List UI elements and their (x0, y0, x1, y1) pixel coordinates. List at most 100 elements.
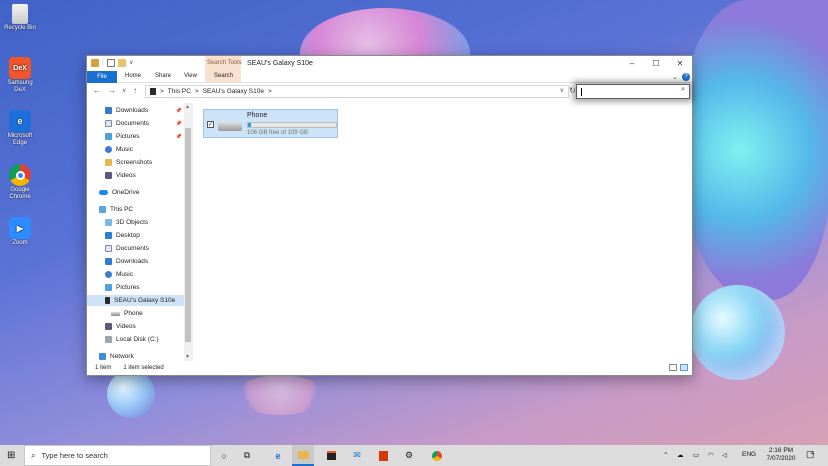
phone-storage-icon (218, 122, 242, 131)
battery-icon[interactable]: ▭ (693, 451, 699, 459)
edge-icon[interactable]: e (267, 445, 289, 466)
settings-icon[interactable]: ⚙ (398, 445, 420, 466)
breadcrumb-separator: > (160, 88, 164, 95)
scroll-down-icon[interactable]: ▼ (185, 354, 190, 360)
sidebar-item-3d-objects[interactable]: 3D Objects (87, 217, 184, 228)
wifi-icon[interactable]: ◠ (708, 451, 714, 459)
sidebar-item-downloads[interactable]: Downloads 📌 (87, 105, 184, 116)
notification-icon[interactable]: ▢ 4 (806, 449, 815, 460)
scrollbar-thumb[interactable] (185, 128, 191, 342)
close-button[interactable]: ✕ (668, 56, 692, 71)
sidebar-item-music-pc[interactable]: Music (87, 269, 184, 280)
file-explorer-icon[interactable] (292, 445, 314, 466)
sidebar-item-phone[interactable]: Phone (87, 308, 184, 319)
recent-locations-button[interactable]: ∨ (122, 87, 126, 94)
breadcrumb-device[interactable]: SEAU's Galaxy S10e (203, 88, 264, 95)
videos-icon (105, 172, 112, 179)
sidebar-item-pictures-pc[interactable]: Pictures (87, 282, 184, 293)
sidebar-item-music[interactable]: Music (87, 144, 184, 155)
desktop-icon-edge[interactable]: e Microsoft Edge (3, 110, 37, 147)
music-icon (105, 271, 112, 278)
sidebar-item-videos[interactable]: Videos (87, 170, 184, 181)
store-icon[interactable] (320, 445, 342, 466)
address-bar[interactable]: > This PC > SEAU's Galaxy S10e > ∨ (145, 85, 569, 98)
task-view-icon[interactable]: ⧉ (236, 445, 258, 466)
sidebar-item-local-disk[interactable]: Local Disk (C:) (87, 334, 184, 345)
back-button[interactable]: ← (93, 86, 101, 95)
pin-icon: 📌 (175, 133, 182, 140)
desktop-icon-label: Samsung DeX (7, 80, 33, 93)
breadcrumb-this-pc[interactable]: This PC (168, 88, 191, 95)
tiles-view-icon[interactable] (680, 364, 688, 371)
show-hidden-icons-icon[interactable]: ⌃ (663, 451, 668, 459)
search-box[interactable]: ⌕ (576, 84, 690, 99)
language-indicator[interactable]: ENG (742, 451, 756, 458)
3d-objects-icon (105, 219, 112, 226)
tab-share[interactable]: Share (155, 73, 171, 79)
details-view-icon[interactable] (669, 364, 677, 371)
clock[interactable]: 2:16 PM 7/07/2020 (760, 447, 802, 463)
maximize-button[interactable]: ☐ (644, 56, 668, 71)
desktop-icon-samsung-dex[interactable]: DeX Samsung DeX (3, 57, 37, 94)
sidebar-item-desktop[interactable]: Desktop (87, 230, 184, 241)
forward-button[interactable]: → (108, 86, 116, 95)
sidebar-item-documents-pc[interactable]: Documents (87, 243, 184, 254)
item-checkbox[interactable]: ✓ (207, 121, 214, 128)
new-folder-icon[interactable] (118, 59, 126, 67)
drive-tile-phone[interactable]: ✓ Phone 106 GB free of 109 GB (203, 109, 338, 138)
folder-icon[interactable] (91, 59, 99, 67)
window-title: SEAU's Galaxy S10e (247, 60, 313, 67)
network-icon (99, 353, 106, 360)
sidebar-item-downloads-pc[interactable]: Downloads (87, 256, 184, 267)
sidebar-item-documents[interactable]: Documents 📌 (87, 118, 184, 129)
sidebar-item-screenshots[interactable]: Screenshots (87, 157, 184, 168)
scroll-up-icon[interactable]: ▲ (185, 104, 190, 110)
mail-icon[interactable]: ✉ (346, 445, 368, 466)
clock-time: 2:16 PM (768, 447, 794, 454)
sidebar-item-galaxy-s10e[interactable]: SEAU's Galaxy S10e (87, 295, 184, 306)
help-icon[interactable]: ? (682, 73, 690, 81)
cortana-icon[interactable]: ○ (213, 445, 235, 466)
cloud-icon[interactable]: ☁ (677, 451, 684, 459)
taskbar-search-placeholder: Type here to search (41, 451, 108, 460)
tab-home[interactable]: Home (125, 73, 141, 79)
expand-ribbon-icon[interactable]: ⌄ (672, 73, 678, 81)
desktop-icon-recycle-bin[interactable]: Recycle Bin (3, 4, 37, 32)
desktop-icon-zoom[interactable]: ▶ Zoom (3, 217, 37, 247)
search-input[interactable] (583, 87, 673, 96)
minimize-button[interactable]: – (620, 56, 644, 71)
downloads-icon (105, 107, 112, 114)
navigation-pane: Downloads 📌 Documents 📌 Pictures 📌 Music Sc… (87, 103, 193, 361)
chrome-icon[interactable] (426, 445, 448, 466)
chevron-down-icon[interactable]: ∨ (129, 59, 135, 67)
refresh-icon[interactable]: ↻ (569, 86, 576, 95)
tab-view[interactable]: View (184, 73, 197, 79)
desktop-icon-chrome[interactable]: Google Chrome (3, 164, 37, 201)
sidebar-scrollbar[interactable]: ▲ ▼ (184, 103, 192, 361)
taskbar: ⊞ ⌕ Type here to search ○ ⧉ e ✉ ⚙ ⌃ ☁ ▭ … (0, 445, 828, 466)
windows-start-icon[interactable]: ⊞ (7, 450, 15, 461)
pictures-icon (105, 284, 112, 291)
search-icon[interactable]: ⌕ (681, 86, 685, 94)
sidebar-item-this-pc[interactable]: This PC (87, 204, 184, 215)
properties-icon[interactable] (107, 59, 115, 67)
taskbar-search[interactable]: ⌕ Type here to search (24, 445, 211, 466)
phone-icon (150, 88, 156, 95)
sidebar-item-onedrive[interactable]: OneDrive (87, 187, 184, 198)
window-controls: – ☐ ✕ (620, 56, 692, 71)
pin-icon: 📌 (175, 120, 182, 127)
sidebar-item-pictures[interactable]: Pictures 📌 (87, 131, 184, 142)
desktop-icon-label: Microsoft Edge (7, 133, 33, 146)
volume-icon[interactable]: ◁ (722, 451, 727, 459)
tab-search[interactable]: Search (214, 73, 233, 79)
sidebar-item-videos-pc[interactable]: Videos (87, 321, 184, 332)
address-dropdown-icon[interactable]: ∨ (560, 87, 564, 94)
office-icon[interactable] (372, 445, 394, 466)
notification-count: 4 (811, 451, 814, 457)
tab-file[interactable]: File (87, 71, 117, 83)
desktop-icon-label: Google Chrome (9, 187, 31, 200)
dex-icon: DeX (9, 57, 31, 79)
breadcrumb-separator: > (194, 88, 199, 95)
wallpaper-bubble (690, 285, 785, 380)
up-button[interactable]: ↑ (133, 86, 137, 95)
